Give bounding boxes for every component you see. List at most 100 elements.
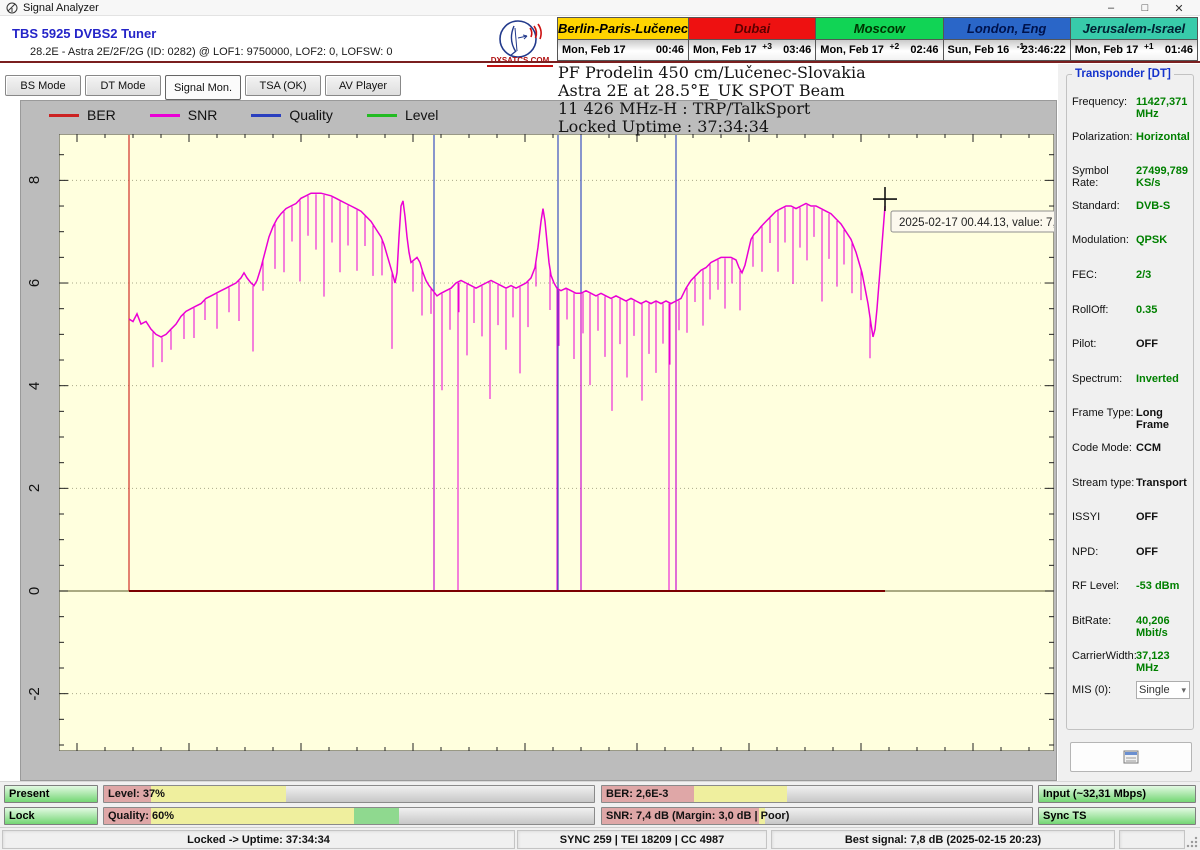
transponder-row-label: ISSYI	[1072, 511, 1136, 523]
signal-chart-panel: BERSNRQualityLevel 86420-2 2025-02-17 00…	[20, 100, 1057, 781]
transponder-row-value: OFF	[1136, 546, 1158, 558]
transponder-row: CarrierWidth:37,123 MHz	[1072, 650, 1190, 685]
bar-segment	[151, 808, 354, 824]
y-tick-label--2: -2	[26, 685, 46, 703]
tab-dt-mode[interactable]: DT Mode	[85, 75, 161, 96]
world-clocks: Berlin-Paris-LučenecMon, Feb 1700:46Duba…	[557, 17, 1198, 61]
transponder-row-value: 2/3	[1136, 269, 1151, 281]
transponder-row-value: OFF	[1136, 511, 1158, 523]
transponder-row-value: CCM	[1136, 442, 1161, 454]
tab-av-player[interactable]: AV Player	[325, 75, 401, 96]
cursor-tooltip: 2025-02-17 00.44.13, value: 7,5	[891, 211, 1054, 232]
feed-info-line: Astra 2E at 28.5°E_UK SPOT Beam	[558, 82, 978, 100]
transponder-row: Polarization:Horizontal	[1072, 131, 1190, 166]
y-tick-label-6: 6	[26, 274, 46, 292]
level-bar: Level: 37%	[103, 785, 595, 803]
resize-grip-icon[interactable]	[1186, 836, 1198, 848]
legend-item-ber: BER	[49, 107, 116, 123]
transponder-row-label: Pilot:	[1072, 338, 1136, 350]
legend-swatch-ber	[49, 114, 79, 117]
stream-details-button[interactable]	[1070, 742, 1192, 772]
clock-utc-offset: +1	[1144, 41, 1154, 51]
status-bar: Locked -> Uptime: 37:34:34SYNC 259 | TEI…	[0, 827, 1200, 850]
chart-legend: BERSNRQualityLevel	[49, 107, 458, 123]
lock-indicator: Lock	[4, 807, 98, 825]
present-indicator: Present	[4, 785, 98, 803]
status-segment-1: Locked -> Uptime: 37:34:34	[2, 830, 515, 849]
clock-utc-offset: -1	[1017, 41, 1025, 51]
transponder-row-mis: MIS (0):Single▾	[1072, 684, 1190, 719]
transponder-row-value: Long Frame	[1136, 407, 1190, 431]
cursor-tooltip-text: 2025-02-17 00.44.13, value: 7,5	[899, 217, 1054, 229]
input-bitrate-indicator: Input (~32,31 Mbps)	[1038, 785, 1196, 803]
legend-label: BER	[87, 107, 116, 123]
transponder-row: BitRate:40,206 Mbit/s	[1072, 615, 1190, 650]
bar-segment	[151, 786, 287, 802]
tab-tsa-ok-[interactable]: TSA (OK)	[245, 75, 321, 96]
clock-city-label: London, Eng	[944, 18, 1070, 40]
transponder-row-label: Modulation:	[1072, 234, 1136, 246]
transponder-row-value: QPSK	[1136, 234, 1167, 246]
chevron-down-icon: ▾	[1181, 685, 1186, 696]
y-tick-label-0: 0	[26, 582, 46, 600]
clock-datetime: Mon, Feb 17+202:46	[816, 40, 942, 60]
legend-item-snr: SNR	[150, 107, 218, 123]
feed-info-line: PF Prodelin 450 cm/Lučenec-Slovakia	[558, 64, 978, 82]
status-segment-3: Best signal: 7,8 dB (2025-02-15 20:23)	[771, 830, 1115, 849]
clock-date: Mon, Feb 17	[1075, 44, 1139, 56]
transponder-row-value: 0.35	[1136, 304, 1157, 316]
transponder-row-value: -53 dBm	[1136, 580, 1179, 592]
quality-bar: Quality: 60%	[103, 807, 595, 825]
status-segment-2: SYNC 259 | TEI 18209 | CC 4987	[517, 830, 767, 849]
transponder-row: ISSYIOFF	[1072, 511, 1190, 546]
clock-date: Mon, Feb 17	[562, 44, 626, 56]
feed-info-line: Locked Uptime : 37:34:34	[558, 118, 978, 136]
signal-plot[interactable]: 2025-02-17 00.44.13, value: 7,5	[59, 134, 1054, 751]
status-segment-4	[1119, 830, 1185, 849]
legend-item-quality: Quality	[251, 107, 333, 123]
transponder-group-label: Transponder [DT]	[1072, 68, 1174, 80]
clock-date: Mon, Feb 17	[820, 44, 884, 56]
tab-bs-mode[interactable]: BS Mode	[5, 75, 81, 96]
clock-time: 00:46	[656, 44, 684, 56]
transponder-row: Pilot:OFF	[1072, 338, 1190, 373]
mis-dropdown[interactable]: Single▾	[1136, 681, 1190, 699]
level-bar-label: Level: 37%	[108, 788, 165, 800]
transponder-row: Spectrum:Inverted	[1072, 373, 1190, 408]
legend-label: Quality	[289, 107, 333, 123]
minimize-button[interactable]: –	[1094, 0, 1128, 16]
signal-analyzer-window: Signal Analyzer – □ ✕ TBS 5925 DVBS2 Tun…	[0, 0, 1200, 850]
transponder-row: Frequency:11427,371 MHz	[1072, 96, 1190, 131]
transponder-row-value: Transport	[1136, 477, 1187, 489]
snr-chart-svg: 2025-02-17 00.44.13, value: 7,5	[59, 134, 1054, 751]
transponder-row-label: Frame Type:	[1072, 407, 1136, 419]
ber-bar-label: BER: 2,6E-3	[606, 788, 668, 800]
transponder-row-label: BitRate:	[1072, 615, 1136, 627]
transponder-row-value: Inverted	[1136, 373, 1179, 385]
maximize-button[interactable]: □	[1128, 0, 1162, 16]
bar-segment	[694, 786, 786, 802]
transponder-row-value: Horizontal	[1136, 131, 1190, 143]
mode-tabs: BS ModeDT ModeSignal Mon.TSA (OK)AV Play…	[5, 75, 401, 100]
transponder-row: Stream type:Transport	[1072, 477, 1190, 512]
transponder-row-label: FEC:	[1072, 269, 1136, 281]
transponder-row-label: RF Level:	[1072, 580, 1136, 592]
transponder-row-label: RollOff:	[1072, 304, 1136, 316]
y-tick-label-8: 8	[26, 171, 46, 189]
close-button[interactable]: ✕	[1162, 0, 1196, 16]
clock-city-label: Berlin-Paris-Lučenec	[558, 18, 688, 40]
transponder-row-label: NPD:	[1072, 546, 1136, 558]
clock-time: 01:46	[1165, 44, 1193, 56]
y-tick-label-2: 2	[26, 479, 46, 497]
transponder-row: RF Level:-53 dBm	[1072, 580, 1190, 615]
legend-swatch-quality	[251, 114, 281, 117]
transponder-row-label: Stream type:	[1072, 477, 1136, 489]
transponder-row-value: 37,123 MHz	[1136, 650, 1190, 674]
transponder-row-value: 11427,371 MHz	[1136, 96, 1190, 120]
clock-time: 23:46:22	[1022, 44, 1066, 56]
window-title: Signal Analyzer	[23, 2, 99, 14]
tuner-title: TBS 5925 DVBS2 Tuner	[12, 26, 156, 41]
transponder-row: FEC:2/3	[1072, 269, 1190, 304]
legend-swatch-level	[367, 114, 397, 117]
tab-signal-mon-[interactable]: Signal Mon.	[165, 75, 241, 100]
